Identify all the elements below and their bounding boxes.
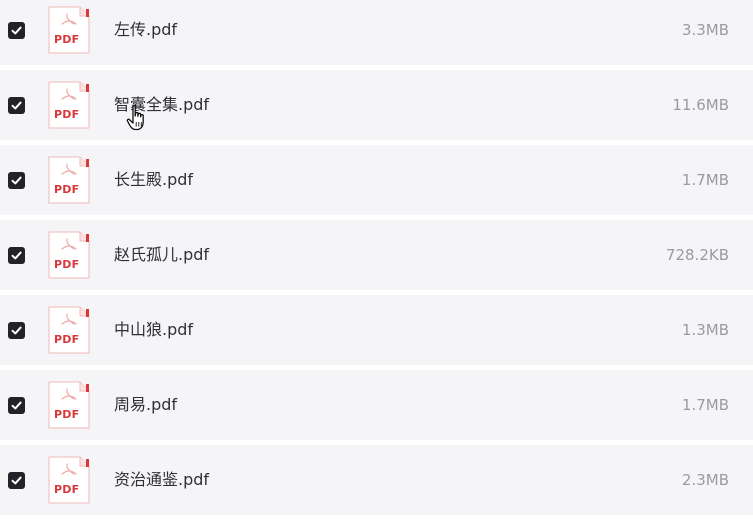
pdf-icon: PDF <box>48 456 90 504</box>
file-name[interactable]: 赵氏孤儿.pdf <box>114 244 209 266</box>
pdf-icon: PDF <box>48 231 90 279</box>
file-row[interactable]: PDF 左传.pdf 3.3MB <box>0 0 753 65</box>
pdf-icon: PDF <box>48 156 90 204</box>
pdf-label: PDF <box>54 258 80 271</box>
file-size: 728.2KB <box>665 246 729 264</box>
file-checkbox[interactable] <box>8 472 25 489</box>
checkmark-icon <box>11 476 22 485</box>
file-name[interactable]: 中山狼.pdf <box>114 319 193 341</box>
file-list: PDF 左传.pdf 3.3MB PDF 智囊全集.pdf 11.6MB PDF… <box>0 0 753 520</box>
file-checkbox[interactable] <box>8 397 25 414</box>
pdf-icon: PDF <box>48 81 90 129</box>
checkmark-icon <box>11 101 22 110</box>
file-row[interactable]: PDF 长生殿.pdf 1.7MB <box>0 145 753 215</box>
file-row[interactable]: PDF 资治通鉴.pdf 2.3MB <box>0 445 753 515</box>
file-name[interactable]: 长生殿.pdf <box>114 169 193 191</box>
file-name[interactable]: 周易.pdf <box>114 394 177 416</box>
file-size: 1.3MB <box>681 321 729 339</box>
pdf-label: PDF <box>54 183 80 196</box>
file-checkbox[interactable] <box>8 172 25 189</box>
file-checkbox[interactable] <box>8 322 25 339</box>
file-name[interactable]: 智囊全集.pdf <box>114 94 209 116</box>
file-checkbox[interactable] <box>8 247 25 264</box>
checkmark-icon <box>11 251 22 260</box>
pdf-icon: PDF <box>48 306 90 354</box>
checkmark-icon <box>11 326 22 335</box>
pdf-label: PDF <box>54 108 80 121</box>
file-size: 2.3MB <box>681 471 729 489</box>
file-row[interactable]: PDF 周易.pdf 1.7MB <box>0 370 753 440</box>
file-checkbox[interactable] <box>8 97 25 114</box>
file-row[interactable]: PDF 中山狼.pdf 1.3MB <box>0 295 753 365</box>
pdf-label: PDF <box>54 33 80 46</box>
file-size: 1.7MB <box>681 171 729 189</box>
file-size: 11.6MB <box>672 96 729 114</box>
pdf-icon: PDF <box>48 381 90 429</box>
checkmark-icon <box>11 401 22 410</box>
file-size: 1.7MB <box>681 396 729 414</box>
file-row[interactable]: PDF 赵氏孤儿.pdf 728.2KB <box>0 220 753 290</box>
pdf-icon: PDF <box>48 6 90 54</box>
file-checkbox[interactable] <box>8 22 25 39</box>
file-row[interactable]: PDF 智囊全集.pdf 11.6MB <box>0 70 753 140</box>
pdf-label: PDF <box>54 483 80 496</box>
file-name[interactable]: 资治通鉴.pdf <box>114 469 209 491</box>
file-size: 3.3MB <box>681 21 729 39</box>
pdf-label: PDF <box>54 333 80 346</box>
pdf-label: PDF <box>54 408 80 421</box>
checkmark-icon <box>11 26 22 35</box>
checkmark-icon <box>11 176 22 185</box>
file-name[interactable]: 左传.pdf <box>114 19 177 41</box>
